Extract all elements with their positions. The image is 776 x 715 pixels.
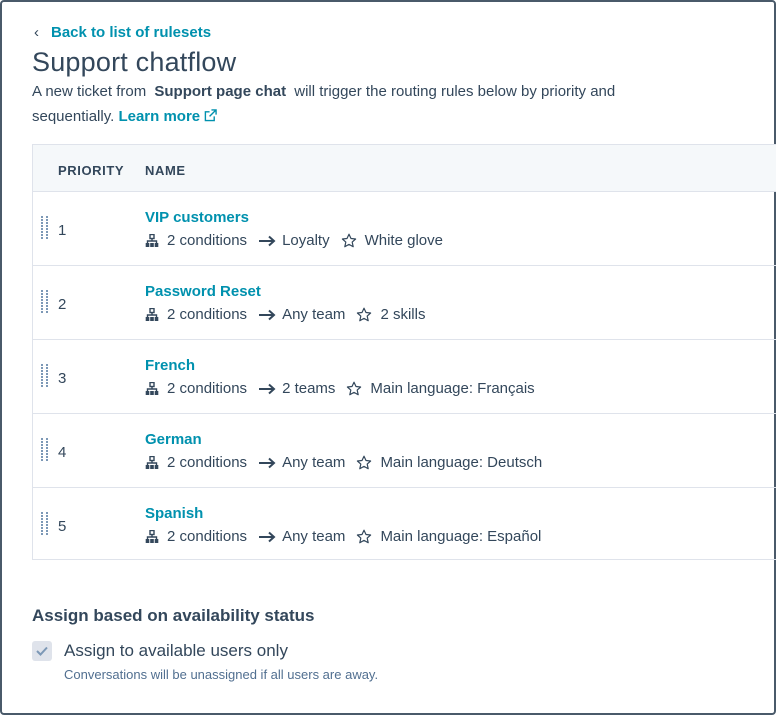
hierarchy-icon bbox=[145, 381, 159, 395]
rule-conditions: 2 conditions bbox=[167, 454, 248, 471]
rule-target: Loyalty bbox=[282, 232, 330, 249]
table-row: 3 French 2 conditions 2 teams Main language:… bbox=[33, 340, 776, 414]
back-link-label: Back to list of rulesets bbox=[51, 24, 212, 41]
rule-name-link[interactable]: Spanish bbox=[145, 505, 203, 522]
name-column-header: NAME bbox=[145, 163, 186, 178]
table-body: 1 VIP customers 2 conditions Loyalty White g… bbox=[33, 192, 776, 562]
hierarchy-icon bbox=[145, 529, 159, 543]
external-link-icon bbox=[204, 109, 217, 122]
arrow-right-icon bbox=[259, 531, 276, 542]
priority-column-header: PRIORITY bbox=[58, 163, 125, 178]
star-outline-icon bbox=[357, 307, 372, 321]
rule-skill: 2 skills bbox=[380, 306, 426, 323]
availability-help-text: Conversations will be unassigned if all … bbox=[64, 667, 379, 682]
drag-handle-icon[interactable] bbox=[41, 216, 49, 240]
rule-summary: 2 conditions Any team 2 skills bbox=[145, 306, 425, 323]
rule-conditions: 2 conditions bbox=[167, 528, 248, 545]
rule-target: Any team bbox=[282, 454, 346, 471]
star-outline-icon bbox=[357, 529, 372, 543]
star-outline-icon bbox=[341, 233, 356, 247]
rule-conditions: 2 conditions bbox=[167, 232, 248, 249]
available-users-checkbox[interactable] bbox=[32, 641, 52, 661]
description-prefix: A new ticket from bbox=[32, 83, 147, 100]
rule-conditions: 2 conditions bbox=[167, 306, 248, 323]
table-row: 1 VIP customers 2 conditions Loyalty White g… bbox=[33, 192, 776, 266]
rule-priority: 3 bbox=[58, 370, 67, 387]
availability-section-title: Assign based on availability status bbox=[32, 606, 315, 625]
rule-summary: 2 conditions Loyalty White glove bbox=[145, 232, 443, 249]
table-row: 2 Password Reset 2 conditions Any team 2 ski… bbox=[33, 266, 776, 340]
rule-skill: White glove bbox=[364, 232, 443, 249]
rule-skill: Main language: Español bbox=[380, 528, 542, 545]
table-row: 5 Spanish 2 conditions Any team Main languag… bbox=[33, 488, 776, 562]
back-to-rulesets-link[interactable]: ‹ Back to list of rulesets bbox=[34, 24, 211, 41]
rule-target: Any team bbox=[282, 306, 346, 323]
rule-summary: 2 conditions Any team Main language: Españ… bbox=[145, 528, 541, 545]
rule-summary: 2 conditions 2 teams Main language: França… bbox=[145, 380, 535, 397]
rule-skill: Main language: Français bbox=[370, 380, 535, 397]
description-source: Support page chat bbox=[154, 83, 287, 100]
rule-skill: Main language: Deutsch bbox=[380, 454, 543, 471]
rule-target: Any team bbox=[282, 528, 346, 545]
hierarchy-icon bbox=[145, 233, 159, 247]
rule-priority: 4 bbox=[58, 444, 67, 461]
page-title: Support chatflow bbox=[32, 47, 237, 77]
rule-target: 2 teams bbox=[282, 380, 336, 397]
drag-handle-icon[interactable] bbox=[41, 290, 49, 314]
arrow-right-icon bbox=[259, 235, 276, 246]
available-users-label[interactable]: Assign to available users only bbox=[64, 641, 288, 661]
rule-name-link[interactable]: German bbox=[145, 431, 202, 448]
hierarchy-icon bbox=[145, 455, 159, 469]
rule-name-link[interactable]: VIP customers bbox=[145, 209, 249, 226]
hierarchy-icon bbox=[145, 307, 159, 321]
table-row: 4 German 2 conditions Any team Main language… bbox=[33, 414, 776, 488]
learn-more-link[interactable]: Learn more bbox=[118, 108, 217, 125]
rule-priority: 2 bbox=[58, 296, 67, 313]
rule-name-link[interactable]: French bbox=[145, 357, 195, 374]
star-outline-icon bbox=[347, 381, 362, 395]
drag-handle-icon[interactable] bbox=[41, 438, 49, 462]
rule-priority: 1 bbox=[58, 222, 67, 239]
chevron-left-icon: ‹ bbox=[34, 24, 39, 41]
routing-rules-table: PRIORITY NAME 1 VIP customers 2 conditions… bbox=[32, 144, 776, 560]
learn-more-label: Learn more bbox=[118, 108, 201, 125]
page-description: A new ticket from Support page chat will… bbox=[32, 79, 692, 129]
drag-handle-icon[interactable] bbox=[41, 364, 49, 388]
rule-name-link[interactable]: Password Reset bbox=[145, 283, 261, 300]
table-header: PRIORITY NAME bbox=[33, 145, 776, 192]
arrow-right-icon bbox=[259, 383, 276, 394]
rule-priority: 5 bbox=[58, 518, 67, 535]
arrow-right-icon bbox=[259, 457, 276, 468]
star-outline-icon bbox=[357, 455, 372, 469]
drag-handle-icon[interactable] bbox=[41, 512, 49, 536]
rule-summary: 2 conditions Any team Main language: Deuts… bbox=[145, 454, 542, 471]
rule-conditions: 2 conditions bbox=[167, 380, 248, 397]
checkmark-icon bbox=[36, 646, 48, 656]
arrow-right-icon bbox=[259, 309, 276, 320]
